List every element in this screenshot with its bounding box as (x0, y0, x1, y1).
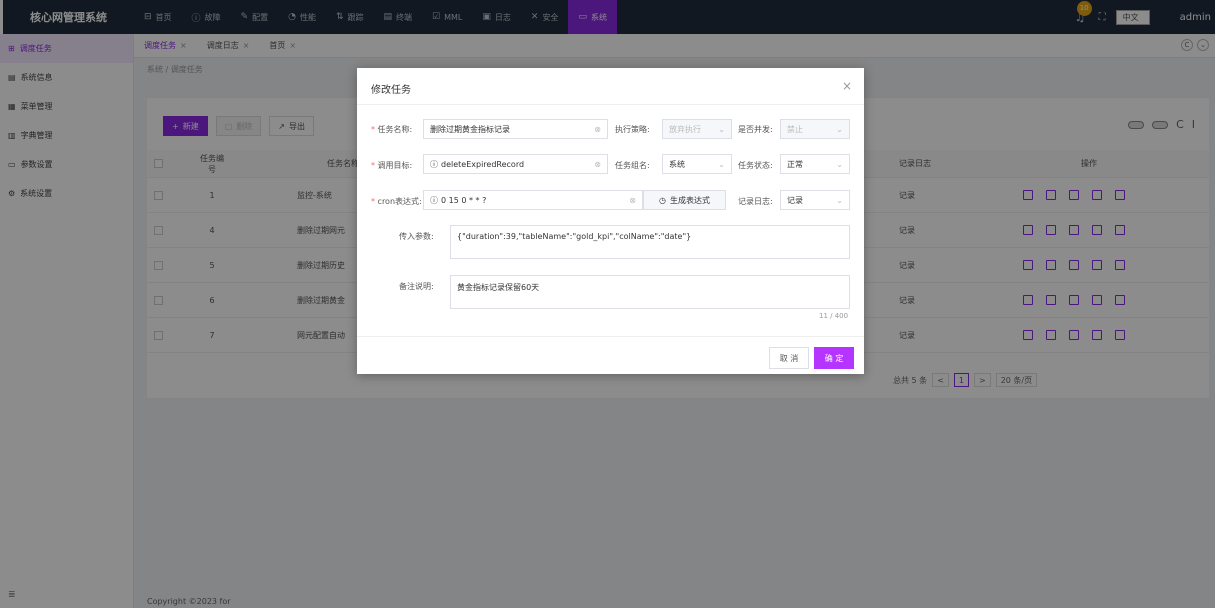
chevron-down-icon: ⌄ (718, 124, 725, 134)
clock-icon: ◷ (659, 195, 666, 205)
label-text: 调用目标: (377, 161, 413, 170)
select-value: 放弃执行 (669, 124, 701, 134)
cancel-button[interactable]: 取 消 (769, 347, 809, 369)
label-text: cron表达式: (377, 197, 422, 206)
input-value: 0 15 0 * * ? (441, 195, 487, 205)
clear-icon[interactable]: ⊗ (594, 160, 601, 169)
concurrent-label: 是否并发: (738, 125, 773, 134)
char-count: 11 / 400 (819, 312, 849, 320)
close-icon[interactable]: × (842, 79, 852, 93)
select-value: 记录 (787, 195, 803, 205)
info-icon: ⓘ (430, 159, 438, 169)
log-label: 记录日志: (738, 197, 773, 206)
input-value: 删除过期黄金指标记录 (430, 124, 510, 134)
target-label: * 调用目标: (371, 161, 413, 170)
status-select[interactable]: 正常 ⌄ (780, 154, 850, 174)
select-value: 正常 (787, 159, 803, 169)
edit-task-dialog: 修改任务 × * 任务名称: 删除过期黄金指标记录 ⊗ 执行策略: 放弃执行 ⌄ 是… (357, 68, 864, 374)
label-text: 任务名称: (377, 125, 413, 134)
input-value: deleteExpiredRecord (441, 159, 525, 169)
status-label: 任务状态: (738, 161, 773, 170)
log-select[interactable]: 记录 ⌄ (780, 190, 850, 210)
task-name-label: * 任务名称: (371, 125, 413, 134)
remark-textarea[interactable]: 黄金指标记录保留60天 (450, 275, 850, 309)
strategy-label: 执行策略: (615, 125, 650, 134)
cron-input[interactable]: ⓘ 0 15 0 * * ? ⊗ (423, 190, 643, 210)
clear-icon[interactable]: ⊗ (594, 125, 601, 134)
divider (357, 336, 864, 337)
clear-icon[interactable]: ⊗ (629, 196, 636, 205)
params-label: 传入参数: (399, 232, 434, 241)
target-input[interactable]: ⓘ deleteExpiredRecord ⊗ (423, 154, 608, 174)
dialog-title: 修改任务 (371, 85, 411, 96)
info-icon: ⓘ (430, 195, 438, 205)
chevron-down-icon: ⌄ (836, 159, 843, 169)
concurrent-select[interactable]: 禁止 ⌄ (780, 119, 850, 139)
select-value: 系统 (669, 159, 685, 169)
divider (357, 104, 864, 105)
group-select[interactable]: 系统 ⌄ (662, 154, 732, 174)
chevron-down-icon: ⌄ (836, 124, 843, 134)
cron-label: * cron表达式: (371, 197, 422, 206)
chevron-down-icon: ⌄ (718, 159, 725, 169)
generate-cron-button[interactable]: ◷ 生成表达式 (643, 190, 726, 210)
confirm-button[interactable]: 确 定 (814, 347, 854, 369)
button-label: 生成表达式 (669, 195, 710, 205)
params-textarea[interactable]: {"duration":39,"tableName":"gold_kpi","c… (450, 225, 850, 259)
remark-label: 备注说明: (399, 282, 434, 291)
chevron-down-icon: ⌄ (836, 195, 843, 205)
strategy-select[interactable]: 放弃执行 ⌄ (662, 119, 732, 139)
group-label: 任务组名: (615, 161, 650, 170)
select-value: 禁止 (787, 124, 803, 134)
task-name-input[interactable]: 删除过期黄金指标记录 ⊗ (423, 119, 608, 139)
